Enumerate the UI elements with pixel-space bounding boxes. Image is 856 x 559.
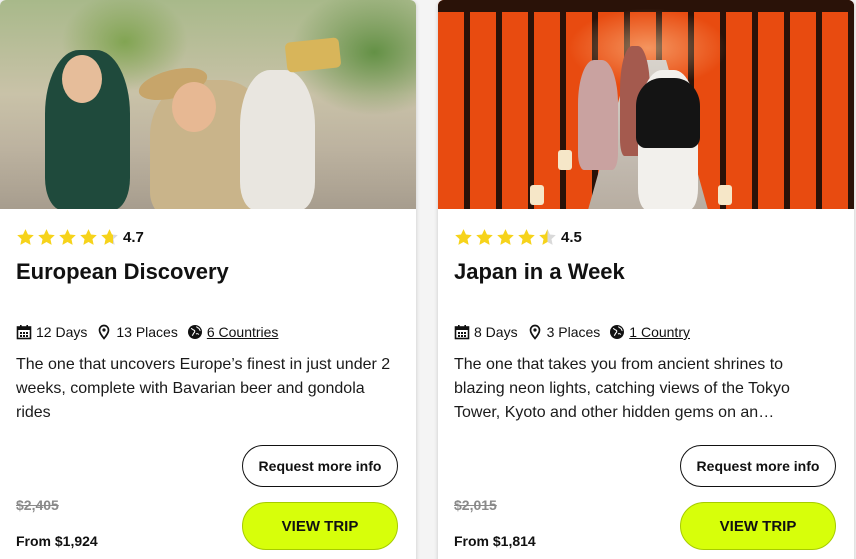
countries-info[interactable]: 1 Country [609, 324, 690, 340]
rating: 4.7 [16, 227, 144, 247]
rating: 4.5 [454, 227, 582, 247]
trip-title[interactable]: European Discovery [16, 259, 229, 285]
days-info: 8 Days [454, 324, 518, 340]
places-label: 3 Places [546, 324, 601, 340]
trip-description: The one that takes you from ancient shri… [454, 356, 790, 421]
sale-price: From $1,924 [16, 533, 98, 549]
star-icon [101, 228, 118, 245]
photo-figure [284, 37, 342, 73]
lantern-figure [530, 185, 544, 205]
sale-price: From $1,814 [454, 533, 536, 549]
globe-icon [187, 325, 202, 339]
star-rating [454, 228, 557, 247]
photo-figure [62, 55, 102, 103]
star-icon [455, 228, 472, 245]
days-label: 12 Days [36, 324, 88, 340]
countries-link[interactable]: 1 Country [629, 324, 690, 340]
trip-cards: 4.7 European Discovery 12 Days 13 Places… [0, 0, 856, 559]
photo-figure [578, 60, 618, 170]
rating-value: 4.5 [561, 228, 582, 246]
request-info-button[interactable]: Request more info [242, 445, 398, 487]
trip-photo[interactable] [438, 0, 854, 209]
places-info: 3 Places [527, 324, 601, 340]
places-info: 13 Places [96, 324, 178, 340]
trip-meta: 12 Days 13 Places 6 Countries [16, 324, 287, 340]
star-icon [539, 228, 556, 245]
trip-description: The one that uncovers Europe’s finest in… [16, 356, 391, 421]
lantern-figure [558, 150, 572, 170]
original-price: $2,405 [16, 497, 59, 513]
trip-meta: 8 Days 3 Places 1 Country [454, 324, 699, 340]
countries-info[interactable]: 6 Countries [187, 324, 279, 340]
days-label: 8 Days [474, 324, 518, 340]
trip-photo[interactable] [0, 0, 416, 209]
star-icon [17, 228, 34, 245]
globe-icon [610, 325, 625, 339]
places-label: 13 Places [116, 324, 178, 340]
photo-figure [172, 82, 216, 132]
star-icon [476, 228, 493, 245]
star-icon [59, 228, 76, 245]
calendar-icon [454, 325, 470, 340]
view-trip-button[interactable]: VIEW TRIP [680, 502, 836, 550]
trip-card[interactable]: 4.5 Japan in a Week 8 Days 3 Places 1 Co… [438, 0, 854, 559]
star-rating [16, 228, 119, 247]
star-icon [38, 228, 55, 245]
star-icon [497, 228, 514, 245]
request-info-button[interactable]: Request more info [680, 445, 836, 487]
original-price: $2,015 [454, 497, 497, 513]
trip-title[interactable]: Japan in a Week [454, 259, 625, 285]
star-icon [80, 228, 97, 245]
map-pin-icon [529, 324, 540, 340]
photo-figure [636, 78, 700, 148]
days-info: 12 Days [16, 324, 87, 340]
trip-card[interactable]: 4.7 European Discovery 12 Days 13 Places… [0, 0, 416, 559]
calendar-icon [16, 325, 32, 340]
lantern-figure [718, 185, 732, 205]
rating-value: 4.7 [123, 228, 144, 246]
map-pin-icon [99, 324, 110, 340]
star-icon [518, 228, 535, 245]
photo-figure [240, 70, 315, 209]
countries-link[interactable]: 6 Countries [207, 324, 279, 340]
view-trip-button[interactable]: VIEW TRIP [242, 502, 398, 550]
